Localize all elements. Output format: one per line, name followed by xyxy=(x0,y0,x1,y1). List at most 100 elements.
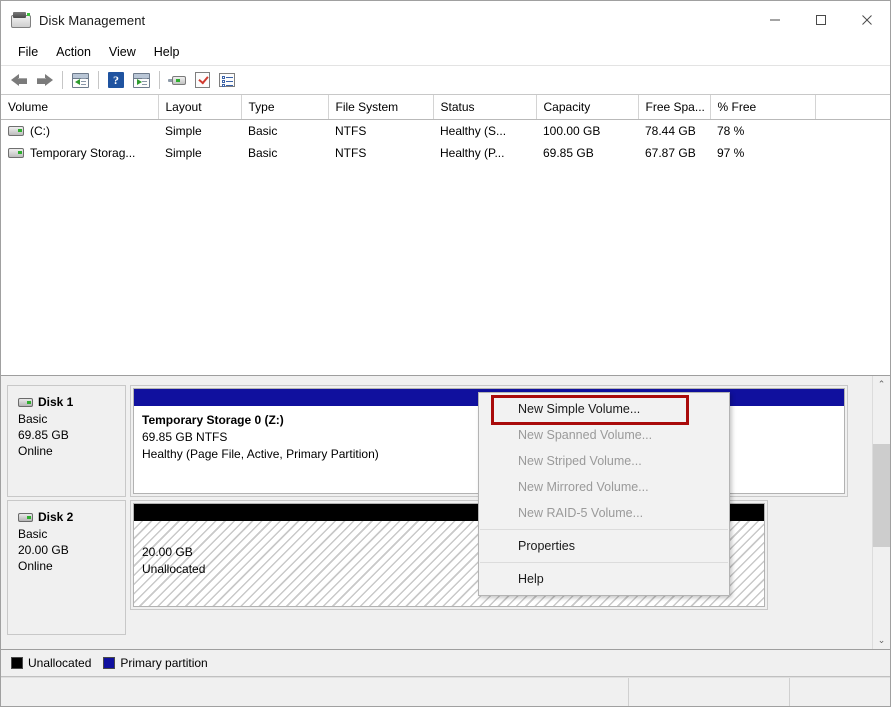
toolbar-separator xyxy=(159,71,160,89)
legend-swatch-primary-partition xyxy=(103,657,116,669)
column-header-blank[interactable] xyxy=(815,95,890,120)
disk-capacity: 20.00 GB xyxy=(18,543,69,557)
cell-blank xyxy=(815,142,890,164)
cell-status: Healthy (P... xyxy=(440,146,505,160)
cell-capacity: 100.00 GB xyxy=(543,124,601,138)
cell-volume: (C:) xyxy=(1,120,158,143)
volume-list-pane: Volume Layout Type File System Status Ca… xyxy=(1,95,890,376)
menu-help[interactable]: Help xyxy=(145,42,189,62)
cell-percent-free: 97 % xyxy=(717,146,745,160)
disk-state: Online xyxy=(18,559,53,573)
toolbar-separator xyxy=(98,71,99,89)
title-bar: Disk Management xyxy=(1,1,890,39)
cell-file-system: NTFS xyxy=(335,146,367,160)
disk-state: Online xyxy=(18,444,53,458)
disk-type: Basic xyxy=(18,527,48,541)
scroll-down-arrow-icon[interactable]: ⌄ xyxy=(873,632,890,649)
vertical-scrollbar[interactable]: ⌃ ⌄ xyxy=(872,376,890,649)
scroll-up-arrow-icon[interactable]: ⌃ xyxy=(873,376,890,393)
show-action-pane-icon[interactable] xyxy=(129,68,153,92)
disk-name: Disk 2 xyxy=(38,510,74,524)
volume-drive-icon xyxy=(8,148,24,158)
cell-free-space: 78.44 GB xyxy=(645,124,696,138)
cell-layout: Simple xyxy=(165,146,202,160)
column-header-status[interactable]: Status xyxy=(433,95,537,120)
column-header-percent-free[interactable]: % Free xyxy=(710,95,816,120)
graphical-disk-pane: Disk 1 Basic 69.85 GB Online Temporary S… xyxy=(1,376,890,650)
menu-file[interactable]: File xyxy=(9,42,47,62)
cell-capacity: 69.85 GB xyxy=(543,146,594,160)
legend-swatch-unallocated xyxy=(11,657,23,669)
context-menu-item-new-mirrored-volume: New Mirrored Volume... xyxy=(518,480,649,494)
context-menu-separator xyxy=(480,562,728,563)
context-menu-item-properties[interactable]: Properties xyxy=(479,533,729,559)
disk-name: Disk 1 xyxy=(38,395,74,409)
table-row[interactable]: Temporary Storag... Simple Basic NTFS He… xyxy=(1,142,890,164)
cell-file-system: NTFS xyxy=(335,124,367,138)
disk-info-disk-2[interactable]: Disk 2 Basic 20.00 GB Online xyxy=(7,500,126,635)
column-header-file-system[interactable]: File System xyxy=(328,95,434,120)
column-header-type[interactable]: Type xyxy=(241,95,329,120)
disk-management-window: Disk Management File Action View Help ? … xyxy=(0,0,891,707)
volume-table-header-row: Volume Layout Type File System Status Ca… xyxy=(1,95,890,120)
cell-type: Basic xyxy=(248,124,278,138)
context-menu-item-new-raid5-volume: New RAID-5 Volume... xyxy=(518,506,644,520)
volume-drive-icon xyxy=(8,126,24,136)
volume-table: Volume Layout Type File System Status Ca… xyxy=(1,95,890,164)
disk-type: Basic xyxy=(18,412,48,426)
cell-status: Healthy (S... xyxy=(440,124,507,138)
status-segment-left xyxy=(1,678,629,706)
legend-item-primary-partition: Primary partition xyxy=(103,656,208,670)
context-menu: New Simple Volume... New Spanned Volume.… xyxy=(478,392,730,596)
column-header-free-space[interactable]: Free Spa... xyxy=(638,95,711,120)
back-arrow-icon[interactable] xyxy=(7,68,31,92)
window-title: Disk Management xyxy=(39,12,146,28)
volume-name: Temporary Storag... xyxy=(30,146,136,160)
checkmark-icon[interactable] xyxy=(190,68,214,92)
cell-free-space: 67.87 GB xyxy=(645,146,696,160)
drive-icon[interactable] xyxy=(165,68,189,92)
up-one-level-icon[interactable] xyxy=(68,68,92,92)
legend-item-unallocated: Unallocated xyxy=(11,656,91,670)
close-button[interactable] xyxy=(844,1,890,39)
context-menu-item-new-striped-volume: New Striped Volume... xyxy=(518,454,642,468)
legend-label-unallocated: Unallocated xyxy=(28,656,92,670)
cell-blank xyxy=(815,120,890,143)
properties-list-icon[interactable] xyxy=(215,68,239,92)
cell-percent-free: 78 % xyxy=(717,124,745,138)
menu-bar: File Action View Help xyxy=(1,39,890,66)
scrollbar-thumb[interactable] xyxy=(873,444,890,547)
window-controls xyxy=(752,1,890,39)
maximize-button[interactable] xyxy=(798,1,844,39)
column-header-layout[interactable]: Layout xyxy=(158,95,242,120)
cell-volume: Temporary Storag... xyxy=(1,142,158,164)
disk-drive-icon xyxy=(11,12,31,28)
toolbar: ? xyxy=(1,66,890,95)
disk-scroll-area: Disk 1 Basic 69.85 GB Online Temporary S… xyxy=(1,376,873,649)
disk-drive-icon xyxy=(18,397,33,407)
volume-name: (C:) xyxy=(30,124,50,138)
toolbar-separator xyxy=(62,71,63,89)
forward-arrow-icon[interactable] xyxy=(32,68,56,92)
table-row[interactable]: (C:) Simple Basic NTFS Healthy (S... 100… xyxy=(1,120,890,143)
context-menu-separator xyxy=(480,529,728,530)
context-menu-item-new-spanned-volume: New Spanned Volume... xyxy=(518,428,653,442)
cell-type: Basic xyxy=(248,146,278,160)
disk-info-disk-1[interactable]: Disk 1 Basic 69.85 GB Online xyxy=(7,385,126,497)
legend-label-primary-partition: Primary partition xyxy=(120,656,208,670)
context-menu-item-help[interactable]: Help xyxy=(479,566,729,592)
status-segment-middle xyxy=(629,678,790,706)
help-icon[interactable]: ? xyxy=(104,68,128,92)
cell-layout: Simple xyxy=(165,124,202,138)
menu-view[interactable]: View xyxy=(100,42,145,62)
disk-capacity: 69.85 GB xyxy=(18,428,69,442)
minimize-button[interactable] xyxy=(752,1,798,39)
status-bar xyxy=(1,677,890,706)
legend-bar: Unallocated Primary partition xyxy=(1,650,890,677)
column-header-capacity[interactable]: Capacity xyxy=(536,95,639,120)
context-menu-item-new-simple-volume[interactable]: New Simple Volume... xyxy=(479,396,729,422)
disk-drive-icon xyxy=(18,512,33,522)
column-header-volume[interactable]: Volume xyxy=(1,95,159,120)
menu-action[interactable]: Action xyxy=(47,42,100,62)
status-segment-right xyxy=(790,678,890,706)
